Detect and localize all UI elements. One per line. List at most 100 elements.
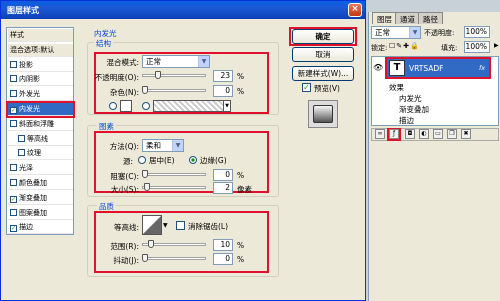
center-label: 居中(E) xyxy=(149,156,175,165)
preview-checkbox[interactable]: ✓ xyxy=(302,83,311,92)
cancel-button[interactable]: 取消 xyxy=(292,47,354,62)
opacity-slider[interactable] xyxy=(142,74,206,77)
opacity-input[interactable]: 23 xyxy=(213,70,233,82)
new-layer-icon[interactable]: ❐ xyxy=(447,129,457,139)
style-checkbox[interactable] xyxy=(10,179,17,186)
style-item[interactable]: 内阴影 xyxy=(8,73,73,87)
style-checkbox[interactable] xyxy=(10,208,17,216)
style-item[interactable]: 光泽 xyxy=(8,162,73,176)
blend-mode-label: 混合模式: xyxy=(106,58,139,67)
new-style-button[interactable]: 新建样式(W)... xyxy=(292,66,354,81)
ok-button[interactable]: 确定 xyxy=(292,29,354,44)
style-checkbox[interactable] xyxy=(18,149,25,157)
contour-preview[interactable] xyxy=(142,215,162,235)
color-swatch[interactable] xyxy=(120,100,132,112)
style-item[interactable]: 颜色叠加 xyxy=(8,177,73,190)
contour-dropdown-icon[interactable]: ▼ xyxy=(163,222,168,229)
effect-inner-glow[interactable]: 内发光 xyxy=(399,93,422,104)
style-checkbox[interactable] xyxy=(10,119,17,127)
chevron-down-icon: ▼ xyxy=(198,56,209,67)
center-radio[interactable] xyxy=(138,156,146,164)
fill-arrow-icon[interactable]: ▶ xyxy=(494,42,500,52)
choke-slider[interactable] xyxy=(142,173,206,176)
size-slider[interactable] xyxy=(142,186,206,189)
style-item-label: 内发光 xyxy=(19,105,40,113)
style-checkbox[interactable]: ✓ xyxy=(10,107,17,114)
choke-label: 阻塞(C): xyxy=(110,172,139,181)
tab-layers[interactable]: 图层 xyxy=(372,12,397,24)
chevron-down-icon: ▼ xyxy=(172,140,183,151)
style-checkbox[interactable]: ✓ xyxy=(10,225,17,233)
size-input[interactable]: 2 xyxy=(213,182,233,194)
style-item[interactable]: 图案叠加 xyxy=(8,207,73,220)
eye-icon[interactable]: 👁 xyxy=(373,63,383,72)
style-item-label: 外发光 xyxy=(19,90,40,99)
style-checkbox[interactable] xyxy=(10,60,17,68)
antialias-checkbox[interactable] xyxy=(176,221,185,230)
style-item[interactable]: ✓ 内发光 xyxy=(6,101,75,118)
blend-mode-value: 正常 xyxy=(146,57,161,66)
style-checkbox[interactable] xyxy=(18,134,25,142)
gradient-dropdown-icon[interactable]: ▼ xyxy=(223,100,231,112)
method-label: 方法(Q): xyxy=(109,142,139,151)
choke-slider-thumb[interactable] xyxy=(142,170,148,178)
tab-channels[interactable]: 通道 xyxy=(395,12,420,24)
effect-stroke[interactable]: 描边 xyxy=(399,115,414,126)
noise-slider[interactable] xyxy=(142,89,206,92)
trash-icon[interactable]: ✖ xyxy=(461,129,471,139)
jitter-slider-thumb[interactable] xyxy=(142,254,148,262)
contour-label: 等高线: xyxy=(113,223,139,232)
tab-paths[interactable]: 路径 xyxy=(418,12,443,24)
style-checkbox[interactable]: ✓ xyxy=(10,195,17,203)
choke-input[interactable]: 0 xyxy=(213,169,233,181)
fill-input[interactable]: 100% xyxy=(464,41,490,53)
layer-opacity-input[interactable]: 100% xyxy=(464,26,490,38)
chevron-down-icon: ▼ xyxy=(409,27,420,38)
style-checkbox[interactable] xyxy=(10,90,17,98)
link-icon[interactable]: ∞ xyxy=(375,129,385,139)
range-slider-thumb[interactable] xyxy=(148,240,154,248)
blend-mode-select[interactable]: 正常 ▼ xyxy=(142,55,210,68)
jitter-input[interactable]: 0 xyxy=(213,253,233,265)
mask-icon[interactable]: ◘ xyxy=(405,129,415,139)
style-item-label: 图案叠加 xyxy=(19,208,47,217)
gradient-picker[interactable] xyxy=(153,100,229,112)
close-button[interactable]: × xyxy=(348,3,362,17)
layer-blend-select[interactable]: 正常 ▼ xyxy=(371,26,421,39)
opacity-slider-thumb[interactable] xyxy=(155,71,161,79)
style-item-label: 混合选项:默认 xyxy=(10,45,55,54)
noise-percent: % xyxy=(237,87,245,96)
style-item[interactable]: 投影 xyxy=(8,59,73,72)
lock-label: 锁定: xyxy=(371,44,388,52)
size-px-label: 像素 xyxy=(237,185,252,194)
noise-input[interactable]: 0 xyxy=(213,85,233,97)
range-percent: % xyxy=(237,241,245,250)
effect-gradient-overlay[interactable]: 渐变叠加 xyxy=(399,104,429,115)
fx-button[interactable]: ƒ xyxy=(389,129,399,139)
method-select[interactable]: 柔和 ▼ xyxy=(142,139,184,152)
jitter-slider[interactable] xyxy=(142,257,206,260)
adjustment-icon[interactable]: ◐ xyxy=(419,129,429,139)
style-item[interactable]: ✓ 描边 xyxy=(8,221,73,235)
folder-icon[interactable]: ▭ xyxy=(433,129,443,139)
style-checkbox[interactable] xyxy=(10,75,17,83)
style-checkbox[interactable] xyxy=(10,164,17,172)
style-item[interactable]: 斜面和浮雕 xyxy=(8,118,73,131)
gradient-radio[interactable] xyxy=(142,102,150,110)
styles-list: 样式 混合选项:默认 投影 内阴影 外发光 ✓ 内发光 斜面和浮雕 等高线 纹理 光泽 颜色叠加 ✓ 渐变… xyxy=(6,27,75,235)
size-slider-thumb[interactable] xyxy=(144,183,150,191)
edge-radio[interactable] xyxy=(189,156,197,164)
lock-icons[interactable]: ☐✎✚🔒 xyxy=(389,42,420,50)
fx-badge: fx xyxy=(479,64,486,72)
style-item[interactable]: 样式 xyxy=(8,29,73,42)
style-item[interactable]: 外发光 xyxy=(8,88,73,102)
style-item[interactable]: 纹理 xyxy=(8,147,73,161)
style-item-label: 样式 xyxy=(10,31,24,39)
style-item[interactable]: 等高线 xyxy=(8,133,73,146)
noise-slider-thumb[interactable] xyxy=(142,86,148,94)
style-item[interactable]: 混合选项:默认 xyxy=(8,43,73,57)
color-radio[interactable] xyxy=(109,102,117,110)
style-item-label: 光泽 xyxy=(19,164,33,173)
range-input[interactable]: 10 xyxy=(213,239,233,251)
style-item[interactable]: ✓ 渐变叠加 xyxy=(8,192,73,205)
